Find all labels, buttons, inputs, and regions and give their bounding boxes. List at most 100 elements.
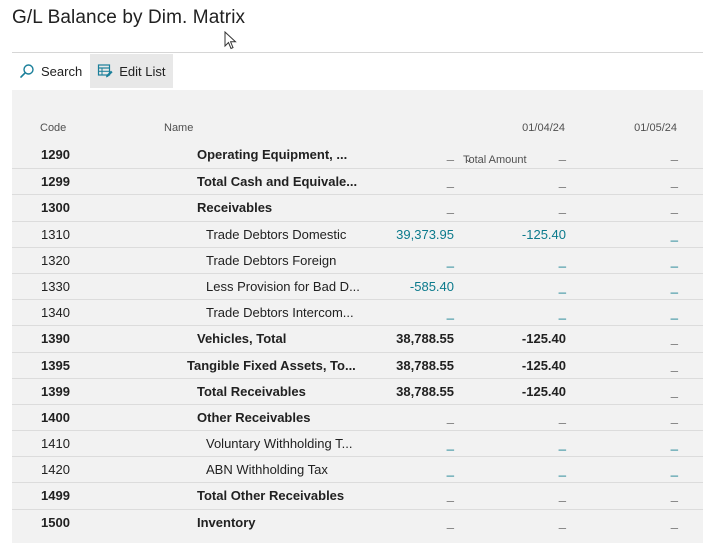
row-period-1-amount: _ [558, 147, 566, 162]
table-row[interactable]: 1310 Trade Debtors Domestic 39,373.95 -125.… [12, 220, 703, 247]
row-total-amount[interactable]: 39,373.95 [396, 227, 454, 242]
row-period-2-amount: _ [670, 147, 678, 162]
row-name: Tangible Fixed Assets, To... [187, 357, 356, 373]
row-code: 1330 [41, 278, 70, 294]
row-period-1-amount: _ [558, 488, 566, 504]
row-period-2-amount[interactable]: _ [671, 227, 678, 242]
row-total-amount: _ [446, 147, 454, 162]
row-code: 1499 [41, 488, 70, 504]
row-code: 1395 [41, 357, 70, 373]
grid-rows: 1290 Operating Equipment, ... _ _ _ 1299 Total… [12, 142, 703, 535]
row-name: Trade Debtors Intercom... [206, 305, 354, 321]
table-row[interactable]: 1399 Total Receivables 38,788.55 -125.40 _ [12, 377, 703, 404]
row-code: 1390 [41, 331, 70, 347]
row-total-amount[interactable]: -585.40 [410, 279, 454, 294]
row-name: ABN Withholding Tax [206, 462, 328, 478]
row-period-2-amount: _ [670, 488, 678, 504]
row-period-1-amount[interactable]: _ [559, 436, 566, 451]
page-title: G/L Balance by Dim. Matrix [12, 7, 246, 28]
row-name: Total Receivables [197, 383, 306, 399]
table-row[interactable]: 1410 Voluntary Withholding T... _ _ _ [12, 430, 703, 456]
row-name: Voluntary Withholding T... [206, 436, 353, 452]
row-period-1-amount[interactable]: _ [559, 305, 566, 320]
row-period-1-amount: -125.40 [521, 331, 566, 347]
row-total-amount[interactable]: _ [447, 462, 454, 477]
row-code: 1410 [41, 436, 70, 452]
row-period-2-amount: _ [670, 514, 678, 530]
row-code: 1399 [41, 383, 70, 399]
row-period-1-amount: _ [558, 514, 566, 530]
row-total-amount: _ [446, 488, 454, 504]
row-period-2-amount: _ [670, 331, 678, 347]
row-code: 1420 [41, 462, 70, 478]
table-row[interactable]: 1320 Trade Debtors Foreign _ _ _ [12, 246, 703, 273]
row-period-1-amount: _ [558, 174, 566, 190]
row-period-1-amount: -125.40 [521, 357, 566, 373]
row-total-amount: _ [446, 174, 454, 190]
table-row[interactable]: 1340 Trade Debtors Intercom... _ _ _ [12, 299, 703, 325]
row-name: Total Cash and Equivale... [197, 174, 358, 190]
search-button[interactable]: Search [12, 54, 90, 88]
row-period-2-amount[interactable]: _ [671, 253, 678, 268]
table-row[interactable]: 1400 Other Receivables _ _ _ [12, 403, 703, 430]
row-code: 1290 [41, 147, 70, 162]
row-name: Other Receivables [197, 409, 311, 425]
row-total-amount: _ [446, 514, 454, 530]
table-row[interactable]: 1300 Receivables _ _ _ [12, 194, 703, 220]
row-period-1-amount: _ [558, 409, 566, 425]
row-period-1-amount[interactable]: _ [559, 462, 566, 477]
row-period-2-amount[interactable]: _ [671, 279, 678, 294]
row-code: 1500 [41, 514, 70, 530]
column-header-period-2[interactable]: 01/05/24 [634, 122, 677, 134]
row-period-2-amount[interactable]: _ [671, 436, 678, 451]
edit-list-button[interactable]: Edit List [90, 54, 174, 88]
data-grid: Code Name Total Amount ⌄ 01/04/24 01/05/2… [12, 90, 703, 543]
row-code: 1340 [41, 305, 70, 321]
column-header-name[interactable]: Name [164, 122, 193, 134]
column-header-code[interactable]: Code [40, 122, 66, 134]
row-period-1-amount[interactable]: _ [559, 279, 566, 294]
row-name: Less Provision for Bad D... [206, 278, 360, 294]
row-period-1-amount: _ [558, 200, 566, 216]
row-period-1-amount: -125.40 [521, 383, 566, 399]
row-period-2-amount: _ [670, 357, 678, 373]
table-row[interactable]: 1500 Inventory _ _ _ [12, 508, 703, 535]
row-total-amount[interactable]: _ [447, 436, 454, 451]
row-total-amount: _ [446, 409, 454, 425]
row-name: Trade Debtors Foreign [206, 252, 337, 268]
row-period-1-amount[interactable]: _ [559, 253, 566, 268]
row-name: Total Other Receivables [197, 488, 345, 504]
row-name: Operating Equipment, ... [197, 147, 348, 162]
row-code: 1300 [41, 200, 70, 216]
row-total-amount: 38,788.55 [396, 331, 454, 347]
row-total-amount: 38,788.55 [396, 357, 454, 373]
row-code: 1299 [41, 174, 70, 190]
mouse-cursor-icon [224, 31, 237, 50]
grid-header: Code Name Total Amount ⌄ 01/04/24 01/05/2… [12, 90, 703, 166]
row-code: 1400 [41, 409, 70, 425]
row-period-2-amount: _ [670, 383, 678, 399]
row-period-2-amount[interactable]: _ [671, 305, 678, 320]
table-row[interactable]: 1395 Tangible Fixed Assets, To... 38,788.5… [12, 351, 703, 378]
table-row[interactable]: 1390 Vehicles, Total 38,788.55 -125.40 _ [12, 325, 703, 351]
table-row[interactable]: 1290 Operating Equipment, ... _ _ _ [12, 142, 703, 168]
column-header-period-1[interactable]: 01/04/24 [522, 122, 565, 134]
table-row[interactable]: 1499 Total Other Receivables _ _ _ [12, 482, 703, 508]
action-bar: Search Edit List [12, 54, 174, 88]
row-total-amount: 38,788.55 [396, 383, 454, 399]
row-name: Vehicles, Total [197, 331, 287, 347]
row-period-1-amount[interactable]: -125.40 [522, 227, 566, 242]
search-button-label: Search [41, 63, 83, 79]
row-total-amount[interactable]: _ [447, 305, 454, 320]
table-row[interactable]: 1420 ABN Withholding Tax _ _ _ [12, 456, 703, 482]
edit-list-icon [98, 64, 113, 78]
table-row[interactable]: 1299 Total Cash and Equivale... _ _ _ [12, 168, 703, 194]
table-row[interactable]: 1330 Less Provision for Bad D... -585.40 _ _ [12, 272, 703, 299]
row-period-2-amount: _ [670, 174, 678, 190]
row-total-amount: _ [446, 200, 454, 216]
row-total-amount[interactable]: _ [447, 253, 454, 268]
search-icon [20, 64, 34, 78]
row-period-2-amount[interactable]: _ [671, 462, 678, 477]
row-code: 1320 [41, 252, 70, 268]
row-name: Inventory [197, 514, 256, 530]
